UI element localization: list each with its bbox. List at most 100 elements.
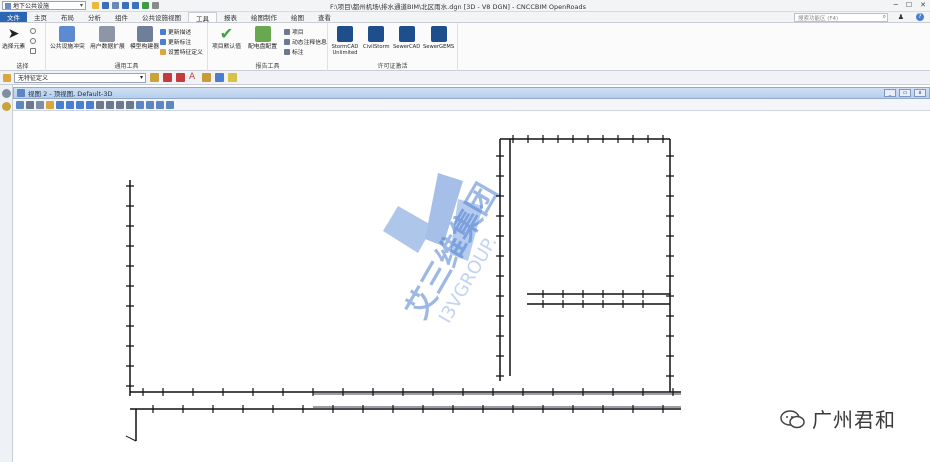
level-display-icon[interactable] [150,73,159,82]
search-input[interactable]: 搜索功能区 (F4) [794,13,888,22]
text-style-icon[interactable]: A [189,73,198,82]
color-icon[interactable] [163,73,172,82]
search-icon[interactable]: ⌕ [883,13,886,21]
panel-config-label: 配电盘配置 [248,44,277,50]
attributes-icon[interactable] [3,74,11,82]
project-defaults-label: 项目默认值 [212,44,241,50]
tab-tools[interactable]: 工具 [188,12,217,23]
maximize-icon[interactable]: ☐ [906,1,912,9]
clip-mask-icon[interactable] [146,100,154,109]
close-icon[interactable]: ✕ [920,1,926,9]
lock-icon[interactable] [228,73,237,82]
dynamic-annotation-button[interactable]: 动态注释信息 [284,37,327,46]
group-report-tools: ✔ 项目默认值 配电盘配置 项目 动态注释信息 标注 报告工具 [208,23,328,71]
redo-icon[interactable] [132,2,139,9]
weibo-label: 广州君和 [812,408,896,432]
tab-drawing[interactable]: 绘图 [284,12,311,22]
tab-view[interactable]: 查看 [311,12,338,22]
minimize-icon[interactable]: _ [884,89,896,97]
light-icon[interactable] [46,100,54,109]
tab-components[interactable]: 组件 [108,12,135,22]
open-icon[interactable] [92,2,99,9]
attributes-bar: 无特征定义 ▾ A [0,71,930,85]
active-view-icon[interactable] [215,73,224,82]
minimize-icon[interactable]: ─ [894,1,898,9]
select-option-2[interactable] [30,38,36,44]
civilstorm-icon [368,26,385,42]
pan-view-icon[interactable] [106,100,114,109]
chevron-down-icon: ▾ [139,73,143,81]
select-option-3[interactable] [30,48,36,54]
tab-layout[interactable]: 布局 [54,12,81,22]
wechat-icon [780,409,805,428]
save-all-icon[interactable] [112,2,119,9]
tab-home[interactable]: 主页 [27,12,54,22]
zoom-out-icon[interactable] [66,100,74,109]
level-label: 无特征定义 [18,75,49,82]
group-license: StormCAD Unlimited CivilStorm SewerCAD S… [328,23,458,71]
transparency-icon[interactable] [202,73,211,82]
label-button[interactable]: 标注 [284,47,304,56]
model-builder-button[interactable]: 模型构建器 [130,26,159,51]
fit-view-icon[interactable] [86,100,94,109]
zoom-in-icon[interactable] [56,100,64,109]
camera-icon[interactable] [156,100,164,109]
help-icon[interactable]: ? [916,13,924,21]
rotate-view-icon[interactable] [96,100,104,109]
tab-drawing-production[interactable]: 绘图制作 [244,12,284,22]
close-icon[interactable]: x [914,89,926,97]
project-label: 项目 [292,30,304,36]
restore-icon[interactable]: ▭ [899,89,911,97]
manhole-ticks [126,135,674,413]
civilstorm-button[interactable]: CivilStorm [363,26,390,51]
project-icon [284,28,290,35]
window-area-icon[interactable] [76,100,84,109]
update-description-button[interactable]: 更新描述 [160,27,191,36]
display-style-icon[interactable] [26,100,34,109]
feature-definition-button[interactable]: 设置特征定义 [160,47,203,56]
tab-utility-view[interactable]: 公共设施视图 [135,12,188,22]
title-bar: 地下公共设施 ▾ F:\项目\都州机场\排水通道BIM\北区雨水.dgn [3D… [0,0,930,12]
user-data-label: 用户数据扩展 [90,44,125,50]
stormcad-button[interactable]: StormCAD Unlimited [331,26,359,56]
project-defaults-button[interactable]: ✔ 项目默认值 [212,26,241,51]
model-icon[interactable] [36,100,44,109]
settings-icon[interactable] [2,89,11,98]
model-builder-label: 模型构建器 [130,44,159,50]
chevron-down-icon: ▾ [79,2,83,9]
sewergems-button[interactable]: SewerGEMS [423,26,454,51]
tab-analysis[interactable]: 分析 [81,12,108,22]
update-annotation-button[interactable]: 更新标注 [160,37,191,46]
select-option-1[interactable] [30,28,36,34]
workspace-label: 地下公共设施 [13,3,50,10]
utility-conflict-button[interactable]: 公共设施冲突 [50,26,85,51]
utility-conflict-label: 公共设施冲突 [50,44,85,50]
undo-icon[interactable] [122,2,129,9]
pin-icon[interactable] [142,2,149,9]
panel-config-button[interactable]: 配电盘配置 [248,26,277,51]
workspace-select[interactable]: 地下公共设施 ▾ [2,1,86,10]
workspace-icon [5,3,11,9]
user-icon[interactable]: ♟ [898,13,904,21]
database-icon [99,26,116,42]
sewercad-button[interactable]: SewerCAD [393,26,420,51]
civilstorm-label: CivilStorm [363,44,390,50]
tab-file[interactable]: 文件 [0,12,27,22]
stormcad-icon [337,26,353,42]
settings-icon[interactable] [152,2,159,9]
linestyle-icon[interactable] [176,73,185,82]
user-data-button[interactable]: 用户数据扩展 [90,26,125,51]
level-select[interactable]: 无特征定义 ▾ [14,72,146,83]
project-button[interactable]: 项目 [284,27,304,36]
view-attributes-icon[interactable] [16,100,24,109]
save-icon[interactable] [102,2,109,9]
pencil-icon[interactable] [2,102,11,111]
tab-reports[interactable]: 报表 [217,12,244,22]
select-element-button[interactable]: ➤ 选择元素 [2,26,25,51]
clip-volume-icon[interactable] [136,100,144,109]
left-tool-strip [0,85,13,462]
view-icon [17,89,25,97]
view-previous-icon[interactable] [116,100,124,109]
section-icon[interactable] [166,100,174,109]
view-next-icon[interactable] [126,100,134,109]
